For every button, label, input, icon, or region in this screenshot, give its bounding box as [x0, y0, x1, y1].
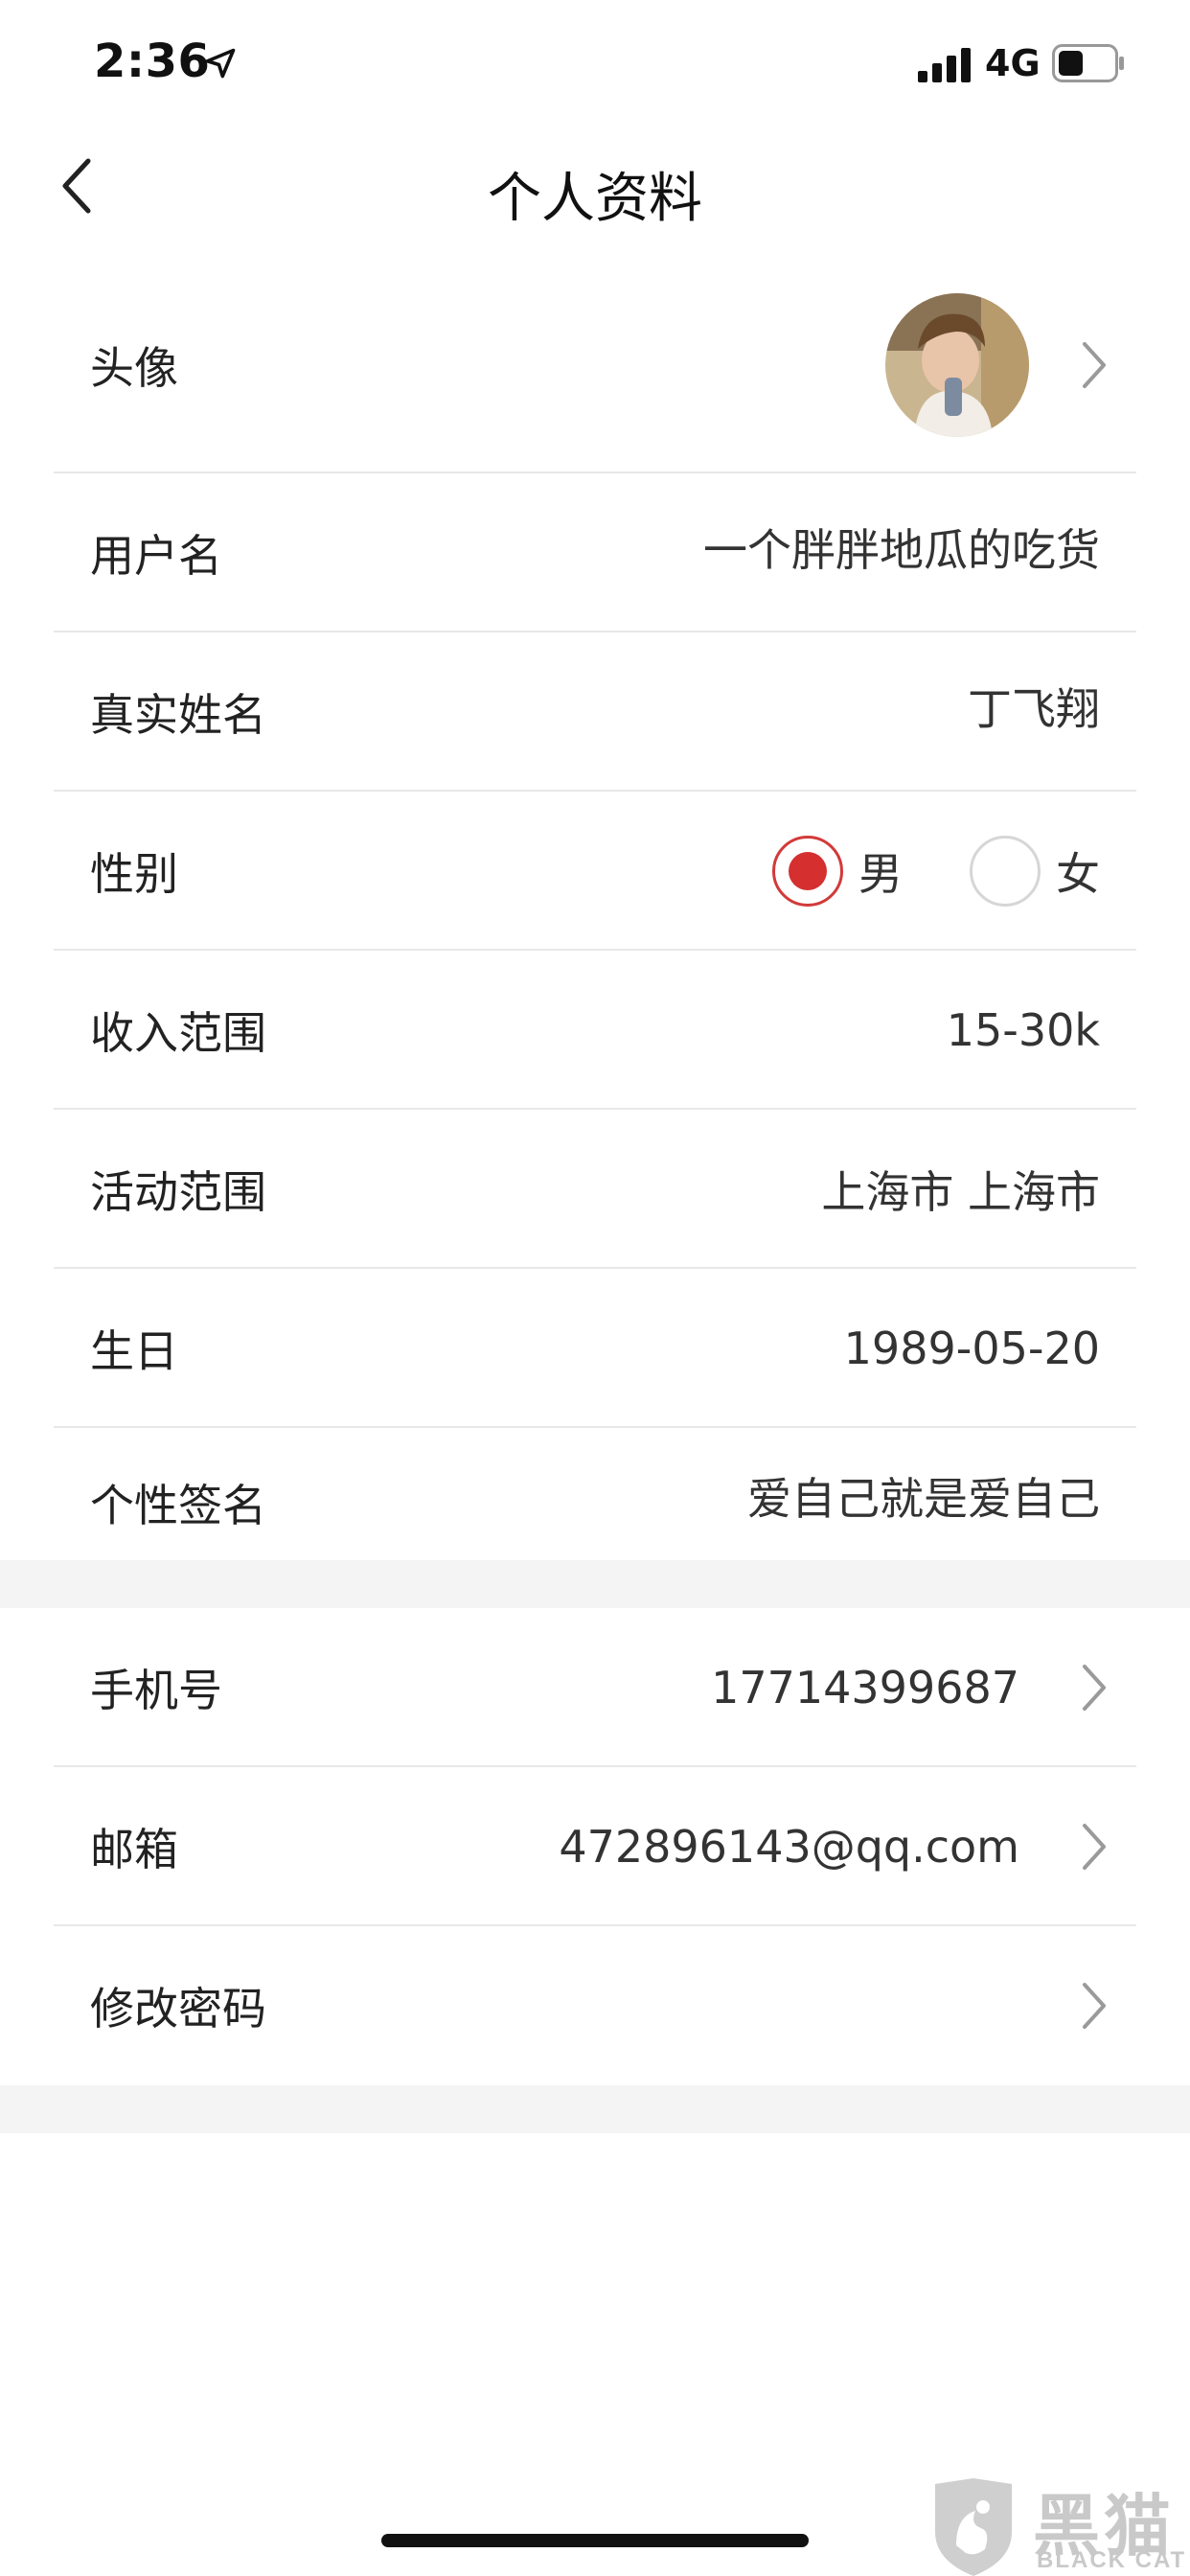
email-row[interactable]: 邮箱 472896143@qq.com — [0, 1767, 1190, 1926]
change-password-row[interactable]: 修改密码 — [0, 1926, 1190, 2085]
avatar-label: 头像 — [90, 342, 178, 394]
realname-label: 真实姓名 — [90, 689, 266, 741]
gender-female-radio[interactable] — [970, 836, 1041, 907]
black-cat-shield-icon — [935, 2478, 1012, 2576]
nav-bar: 个人资料 — [0, 134, 1190, 242]
birthday-label: 生日 — [90, 1325, 178, 1377]
signal-bars-icon — [918, 48, 971, 82]
phone-value: 17714399687 — [711, 1662, 1019, 1714]
section-gap — [0, 2085, 1190, 2133]
income-row[interactable]: 收入范围 15-30k — [0, 951, 1190, 1110]
realname-row[interactable]: 真实姓名 丁飞翔 — [0, 632, 1190, 792]
email-value: 472896143@qq.com — [559, 1821, 1019, 1873]
chevron-right-icon — [1083, 1983, 1106, 2029]
avatar-row[interactable]: 头像 — [0, 257, 1190, 473]
username-value: 一个胖胖地瓜的吃货 — [703, 524, 1100, 576]
gender-female-label[interactable]: 女 — [1056, 840, 1100, 903]
area-value: 上海市 上海市 — [821, 1166, 1100, 1218]
profile-section: 头像 用户名 一个胖胖地瓜的吃货 真实姓名 丁飞翔 性别 男 女 收入范围 15… — [0, 257, 1190, 1577]
gender-male-label[interactable]: 男 — [858, 840, 903, 903]
phone-label: 手机号 — [90, 1665, 222, 1716]
chevron-right-icon — [1083, 1824, 1106, 1870]
gender-label: 性别 — [90, 848, 178, 900]
watermark-en: BLACK CAT — [1037, 2547, 1187, 2573]
gender-row: 性别 男 女 — [0, 792, 1190, 951]
signature-value: 爱自己就是爱自己 — [747, 1473, 1100, 1525]
avatar[interactable] — [885, 293, 1029, 437]
page-title: 个人资料 — [488, 168, 702, 230]
change-password-label: 修改密码 — [90, 1983, 266, 2035]
location-arrow-icon — [205, 48, 236, 79]
section-gap — [0, 1560, 1190, 1608]
chevron-right-icon — [1083, 1665, 1106, 1711]
birthday-row[interactable]: 生日 1989-05-20 — [0, 1269, 1190, 1428]
status-bar: 2:36 4G — [0, 0, 1190, 134]
income-label: 收入范围 — [90, 1007, 266, 1059]
username-row[interactable]: 用户名 一个胖胖地瓜的吃货 — [0, 473, 1190, 632]
gender-male-radio[interactable] — [772, 836, 843, 907]
phone-row[interactable]: 手机号 17714399687 — [0, 1608, 1190, 1767]
username-label: 用户名 — [90, 530, 222, 582]
income-value: 15-30k — [946, 1004, 1100, 1056]
watermark: 黑猫 BLACK CAT — [927, 2478, 1190, 2576]
account-section: 手机号 17714399687 邮箱 472896143@qq.com 修改密码 — [0, 1608, 1190, 2085]
battery-icon — [1052, 44, 1124, 82]
area-label: 活动范围 — [90, 1166, 266, 1218]
gender-options: 男 女 — [772, 836, 1100, 907]
network-type: 4G — [985, 42, 1041, 84]
signature-row[interactable]: 个性签名 爱自己就是爱自己 — [0, 1428, 1190, 1577]
area-row[interactable]: 活动范围 上海市 上海市 — [0, 1110, 1190, 1269]
status-time: 2:36 — [94, 34, 211, 88]
birthday-value: 1989-05-20 — [843, 1322, 1100, 1374]
email-label: 邮箱 — [90, 1824, 178, 1875]
realname-value: 丁飞翔 — [968, 683, 1100, 735]
chevron-right-icon — [1083, 342, 1106, 388]
home-indicator[interactable] — [381, 2534, 809, 2547]
signature-label: 个性签名 — [90, 1480, 266, 1531]
